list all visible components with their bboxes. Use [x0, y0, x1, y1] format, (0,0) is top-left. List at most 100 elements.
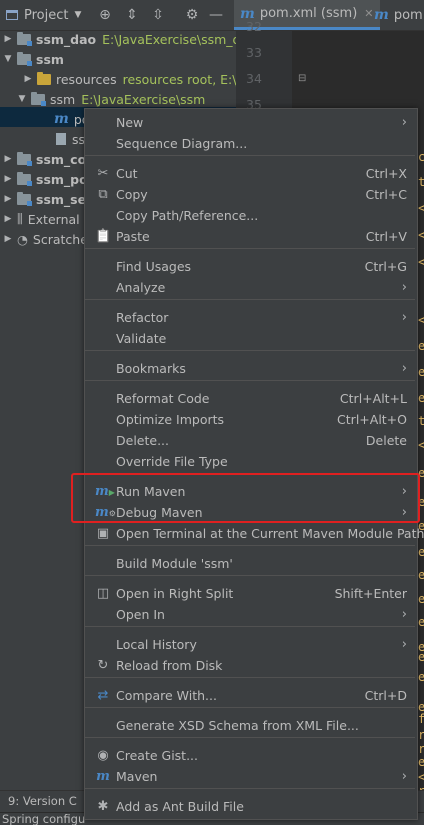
menu-separator	[85, 788, 415, 789]
menu-item-validate[interactable]: Validate	[85, 328, 417, 349]
menu-item-local-history[interactable]: Local History ›	[85, 634, 417, 655]
tree-item-ssm-module[interactable]: ▼ ssm E:\JavaExercise\ssm	[16, 89, 205, 109]
tree-item-external-libraries[interactable]: ▶ ⫼ External	[2, 209, 80, 229]
menu-item-find-usages[interactable]: Find Usages Ctrl+G	[85, 256, 417, 277]
menu-item-run-maven[interactable]: m▶ Run Maven ›	[85, 481, 417, 502]
chevron-down-icon[interactable]: ▼	[16, 94, 28, 104]
fold-marker-icon[interactable]: ⊟	[298, 73, 306, 84]
editor-edge-glyph: t	[418, 414, 424, 428]
locate-icon[interactable]: ⊕	[96, 6, 114, 24]
menu-item-override-file-type[interactable]: Override File Type	[85, 451, 417, 472]
menu-separator	[85, 155, 415, 156]
module-folder-icon	[17, 191, 32, 206]
menu-item-paste[interactable]: 📋 Paste Ctrl+V	[85, 226, 417, 247]
chevron-right-icon[interactable]: ▶	[2, 214, 14, 224]
maven-file-icon: m	[54, 111, 69, 127]
menu-item-analyze[interactable]: Analyze ›	[85, 277, 417, 298]
reload-icon: ↻	[97, 658, 109, 673]
line-number: 33	[246, 45, 262, 60]
menu-item-shortcut: Ctrl+Alt+O	[337, 412, 407, 427]
line-number: 32	[246, 19, 262, 34]
module-folder-icon	[17, 151, 32, 166]
menu-item-maven[interactable]: m Maven ›	[85, 766, 417, 787]
tree-item-ssm-iml[interactable]: ss	[56, 129, 85, 149]
menu-item-delete[interactable]: Delete... Delete	[85, 430, 417, 451]
chevron-right-icon[interactable]: ▶	[2, 234, 14, 244]
tree-item-label: ssm	[50, 91, 76, 107]
menu-separator	[85, 575, 415, 576]
menu-item-build-module[interactable]: Build Module 'ssm'	[85, 553, 417, 574]
chevron-right-icon[interactable]: ▶	[2, 174, 14, 184]
menu-item-compare-with[interactable]: ⇄ Compare With... Ctrl+D	[85, 685, 417, 706]
editor-gutter	[236, 31, 292, 111]
chevron-right-icon[interactable]: ▶	[22, 74, 34, 84]
menu-item-copy[interactable]: ⧉ Copy Ctrl+C	[85, 184, 417, 205]
menu-item-add-ant-build[interactable]: ✱ Add as Ant Build File	[85, 796, 417, 817]
menu-item-label: Cut	[116, 166, 138, 181]
editor-edge-glyph: e	[418, 391, 424, 405]
menu-item-label: Open Terminal at the Current Maven Modul…	[116, 526, 424, 541]
editor-edge-glyph: <	[418, 770, 424, 784]
editor-edge-glyph: t	[418, 175, 424, 189]
resources-folder-icon	[37, 71, 51, 85]
chevron-right-icon[interactable]: ▶	[2, 194, 14, 204]
ant-icon: ✱	[97, 799, 109, 814]
menu-item-label: Analyze	[116, 280, 166, 295]
menu-item-shortcut: Ctrl+C	[365, 187, 407, 202]
split-icon: ◫	[96, 586, 110, 601]
menu-item-label: Copy	[116, 187, 148, 202]
tree-item-path: E:\JavaExercise\ssm_dao	[102, 31, 256, 47]
editor-edge-glyph: <	[418, 438, 424, 452]
menu-item-create-gist[interactable]: ◉ Create Gist...	[85, 745, 417, 766]
gear-icon[interactable]: ⚙	[183, 6, 201, 24]
menu-item-sequence-diagram[interactable]: Sequence Diagram...	[85, 133, 417, 154]
menu-item-label: Paste	[116, 229, 150, 244]
tree-item-scratches[interactable]: ▶ ◔ Scratche	[2, 229, 88, 249]
menu-item-open-right-split[interactable]: ◫ Open in Right Split Shift+Enter	[85, 583, 417, 604]
chevron-right-icon[interactable]: ▶	[2, 34, 14, 44]
module-folder-icon	[31, 91, 46, 106]
menu-item-open-in[interactable]: Open In ›	[85, 604, 417, 625]
menu-separator	[85, 299, 415, 300]
line-number: 34	[246, 71, 262, 86]
module-folder-icon	[17, 31, 32, 46]
collapse-all-icon[interactable]: ⇳	[149, 6, 167, 24]
tree-item-ssm[interactable]: ▼ ssm	[2, 49, 64, 69]
menu-item-optimize-imports[interactable]: Optimize Imports Ctrl+Alt+O	[85, 409, 417, 430]
tree-item-resources[interactable]: ▶ resources resources root, E:\J	[22, 69, 240, 89]
version-control-tab[interactable]: 9: Version C	[8, 794, 77, 808]
menu-item-label: Delete...	[116, 433, 169, 448]
menu-item-label: Compare With...	[116, 688, 217, 703]
tree-item-ssm-dao[interactable]: ▶ ssm_dao E:\JavaExercise\ssm_dao	[2, 29, 256, 49]
menu-separator	[85, 545, 415, 546]
tree-item-ssm-ser[interactable]: ▶ ssm_ser	[2, 189, 92, 209]
menu-item-new[interactable]: New ›	[85, 112, 417, 133]
menu-item-copy-path[interactable]: Copy Path/Reference...	[85, 205, 417, 226]
chevron-right-icon[interactable]: ▶	[2, 154, 14, 164]
project-view-selector[interactable]: Project ▼	[0, 0, 81, 30]
menu-item-label: Run Maven	[116, 484, 186, 499]
tree-item-path: E:\JavaExercise\ssm	[81, 91, 206, 107]
tree-item-label: ssm_dao	[36, 31, 97, 47]
editor-edge-glyph: e	[418, 466, 424, 480]
menu-item-refactor[interactable]: Refactor ›	[85, 307, 417, 328]
github-icon: ◉	[97, 748, 109, 763]
tab-pom-second[interactable]: m pom.x	[368, 0, 424, 30]
chevron-down-icon: ▼	[74, 10, 82, 20]
chevron-down-icon[interactable]: ▼	[2, 54, 14, 64]
expand-all-icon[interactable]: ⇕	[123, 6, 141, 24]
hide-icon[interactable]: —	[207, 6, 225, 24]
tree-item-ssm-con[interactable]: ▶ ssm_con	[2, 149, 95, 169]
menu-item-debug-maven[interactable]: m⚙ Debug Maven ›	[85, 502, 417, 523]
tree-item-ssm-poj[interactable]: ▶ ssm_poj	[2, 169, 92, 189]
menu-item-open-terminal[interactable]: ▣ Open Terminal at the Current Maven Modu…	[85, 523, 424, 544]
menu-item-bookmarks[interactable]: Bookmarks ›	[85, 358, 417, 379]
menu-item-cut[interactable]: ✂ Cut Ctrl+X	[85, 163, 417, 184]
maven-icon: m	[96, 769, 110, 784]
tab-label: pom.xml (ssm)	[259, 6, 358, 21]
menu-item-reload-from-disk[interactable]: ↻ Reload from Disk	[85, 655, 417, 676]
menu-item-generate-xsd[interactable]: Generate XSD Schema from XML File...	[85, 715, 417, 736]
menu-item-label: Open In	[116, 607, 165, 622]
maven-run-icon: m▶	[95, 484, 115, 499]
menu-item-reformat-code[interactable]: Reformat Code Ctrl+Alt+L	[85, 388, 417, 409]
